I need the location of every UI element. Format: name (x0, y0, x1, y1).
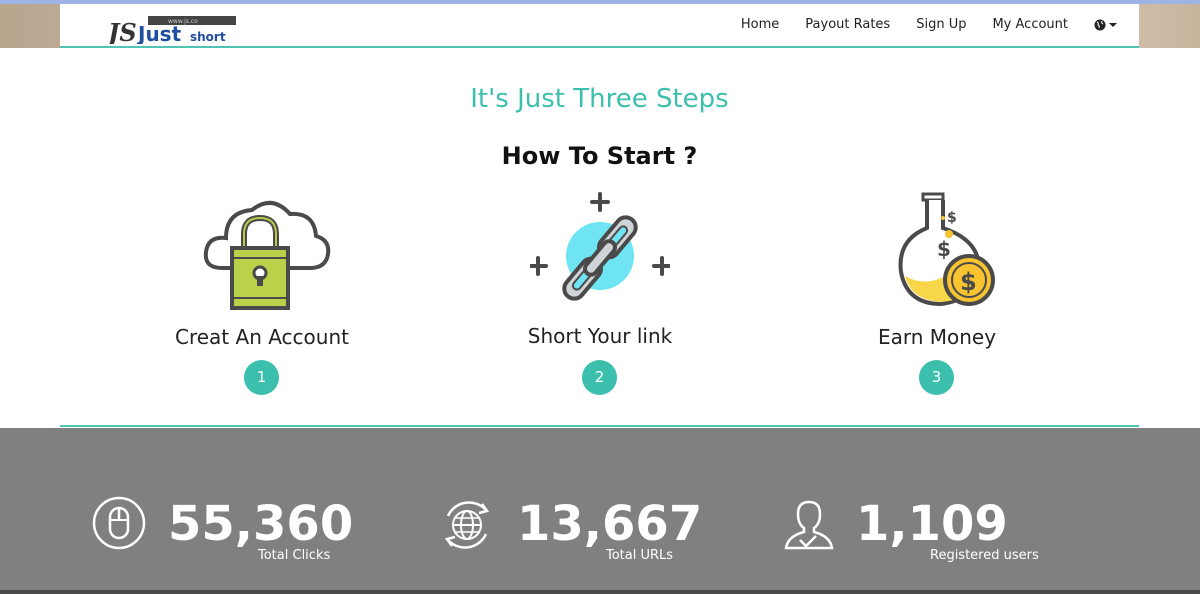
page-gutter (1139, 48, 1200, 428)
navbar: www.js.co JS Just short Home Payout Rate… (60, 4, 1139, 48)
nav-payout-rates[interactable]: Payout Rates (792, 17, 903, 32)
step-number-badge: 2 (582, 360, 617, 395)
step-label: Earn Money (877, 325, 997, 349)
footer-edge (0, 590, 1200, 594)
site-logo[interactable]: www.js.co JS Just short (108, 14, 240, 44)
mouse-icon (92, 496, 146, 550)
language-dropdown[interactable] (1081, 17, 1127, 32)
step-number-badge: 3 (919, 360, 954, 395)
section-divider (60, 425, 1139, 427)
cloud-lock-icon (203, 201, 331, 310)
globe-icon (1094, 19, 1106, 30)
globe-refresh-icon (444, 501, 490, 549)
chain-link-icon (530, 192, 670, 301)
user-check-icon (784, 500, 834, 550)
main-container: www.js.co JS Just short Home Payout Rate… (60, 4, 1139, 428)
stats-section: 55,360 Total Clicks 13,667 Total URLs 1,… (0, 428, 1200, 594)
svg-text:$: $ (947, 210, 957, 226)
hero-subtitle: It's Just Three Steps (470, 84, 729, 114)
nav-home[interactable]: Home (728, 17, 792, 32)
stat-label: Total URLs (606, 548, 674, 563)
logo-word: Just (136, 22, 182, 44)
logo-suffix: short (190, 30, 226, 44)
svg-text:$: $ (937, 237, 951, 261)
money-flask-icon: $ $ $ (898, 192, 995, 307)
step-label: Short Your link (527, 324, 673, 348)
chevron-down-icon (1109, 22, 1117, 27)
hero-title: How To Start ? (501, 142, 698, 170)
step-short-link: Short Your link 2 (480, 188, 720, 395)
nav-sign-up[interactable]: Sign Up (903, 17, 979, 32)
step-label: Creat An Account (175, 325, 349, 349)
step-number-badge: 1 (244, 360, 279, 395)
step-earn-money: $ $ $ Earn Money 3 (817, 188, 1057, 395)
stat-value: 1,109 (856, 496, 1008, 552)
stat-label: Registered users (930, 548, 1039, 563)
nav-menu: Home Payout Rates Sign Up My Account (728, 17, 1127, 32)
stat-value: 13,667 (517, 496, 703, 552)
stat-label: Total Clicks (258, 548, 331, 563)
svg-text:$: $ (960, 268, 977, 296)
stat-value: 55,360 (168, 496, 354, 552)
nav-my-account[interactable]: My Account (979, 17, 1081, 32)
step-create-account: Creat An Account 1 (142, 188, 382, 395)
logo-letters: JS (108, 18, 137, 44)
